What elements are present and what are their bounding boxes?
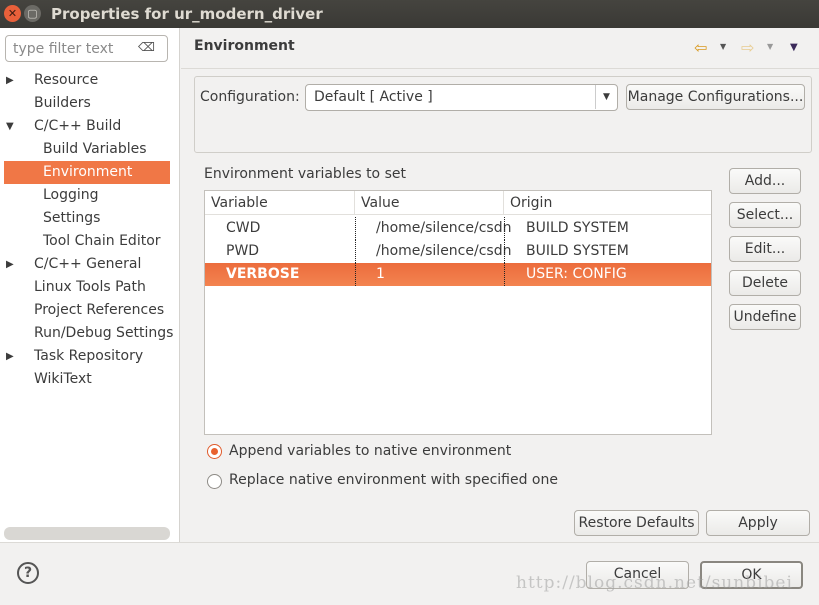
collapsed-arrow-icon[interactable]: ▶ [6,345,14,368]
column-separator [355,263,356,286]
divider [181,68,819,69]
sidebar-item[interactable]: Tool Chain Editor [0,230,180,253]
column-header-value[interactable]: Value [355,191,504,215]
column-separator [355,240,356,263]
collapsed-arrow-icon[interactable]: ▶ [6,253,14,276]
sidebar-item[interactable]: Builders [0,92,180,115]
sidebar-item[interactable]: ▼ C/C++ Build [0,115,180,138]
sidebar-item-label: Logging [43,187,99,203]
cell-origin: USER: CONFIG [526,266,627,282]
sidebar-item-label: C/C++ Build [34,118,122,134]
sidebar-item[interactable]: Project References [0,299,180,322]
collapsed-arrow-icon[interactable]: ▶ [6,69,14,92]
cell-value: 1 [376,266,385,282]
sidebar-item[interactable]: Settings [0,207,180,230]
sidebar-item-label: Task Repository [34,348,144,364]
append-radio[interactable] [207,444,222,459]
column-separator [504,263,505,286]
sidebar-scrollbar[interactable] [4,527,170,540]
window-title: Properties for ur_modern_driver [51,5,323,23]
title-bar: ✕ ▢ Properties for ur_modern_driver [0,0,819,28]
column-separator [504,240,505,263]
view-menu-icon[interactable]: ▼ [790,42,798,53]
sidebar-item-label: Settings [43,210,101,226]
sidebar-item[interactable]: Logging [0,184,180,207]
sidebar-item[interactable]: ▶ Task Repository [0,345,180,368]
back-dropdown-icon[interactable]: ▼ [720,42,726,51]
expanded-arrow-icon[interactable]: ▼ [6,115,14,138]
cell-value: /home/silence/csdn [376,220,512,236]
filter-input[interactable]: type filter text ⌫ [5,35,168,62]
watermark: http://blog.csdn.net/sunbibei [516,573,793,593]
column-header-variable[interactable]: Variable [205,191,355,215]
cell-origin: BUILD SYSTEM [526,220,629,236]
sidebar-item-label: Linux Tools Path [34,279,146,295]
cell-origin: BUILD SYSTEM [526,243,629,259]
replace-radio[interactable] [207,474,222,489]
delete-button[interactable]: Delete [729,270,801,296]
sidebar-item[interactable]: ▶ C/C++ General [0,253,180,276]
sidebar-item-label: Run/Debug Settings [34,325,174,341]
select-button[interactable]: Select... [729,202,801,228]
back-icon[interactable]: ⇦ [694,38,707,57]
clear-filter-icon[interactable]: ⌫ [138,40,155,54]
sidebar-item[interactable]: Run/Debug Settings [0,322,180,345]
sidebar-item-label: C/C++ General [34,256,142,272]
sidebar-item-label: Project References [34,302,165,318]
sidebar-item[interactable]: Linux Tools Path [0,276,180,299]
edit-button[interactable]: Edit... [729,236,801,262]
restore-defaults-button[interactable]: Restore Defaults [574,510,699,536]
divider [0,542,819,543]
close-icon[interactable]: ✕ [4,5,21,22]
page-title: Environment [194,38,295,54]
help-icon[interactable]: ? [17,562,39,584]
sidebar-item-label: Build Variables [43,141,147,157]
replace-radio-label[interactable]: Replace native environment with specifie… [229,472,558,488]
sidebar-item[interactable]: WikiText [0,368,180,391]
table-row[interactable]: CWD/home/silence/csdn BUILD SYSTEM [205,217,711,240]
column-header-origin[interactable]: Origin [504,191,711,215]
table-row[interactable]: PWD/home/silence/csdn BUILD SYSTEM [205,240,711,263]
maximize-icon[interactable]: ▢ [24,5,41,22]
forward-dropdown-icon[interactable]: ▼ [767,42,773,51]
sidebar-item-label: Builders [34,95,91,111]
cell-variable: CWD [226,220,261,236]
append-radio-label[interactable]: Append variables to native environment [229,443,511,459]
table-row[interactable]: VERBOSE 1 USER: CONFIG [205,263,711,286]
filter-placeholder: type filter text [13,41,114,57]
forward-icon[interactable]: ⇨ [741,38,754,57]
configuration-value: Default [ Active ] [314,89,433,105]
env-variables-label: Environment variables to set [204,166,406,182]
apply-button[interactable]: Apply [706,510,810,536]
add-button[interactable]: Add... [729,168,801,194]
chevron-down-icon: ▼ [595,85,617,109]
column-separator [355,217,356,240]
column-separator [504,217,505,240]
manage-configurations-button[interactable]: Manage Configurations... [626,84,805,110]
sidebar-item[interactable]: Build Variables [0,138,180,161]
sidebar-item[interactable]: Environment [4,161,170,184]
configuration-select[interactable]: Default [ Active ] ▼ [305,84,618,111]
sidebar-item-label: Resource [34,72,99,88]
cell-variable: VERBOSE [226,266,300,282]
sidebar-item[interactable]: ▶ Resource [0,69,180,92]
sidebar-item-label: Environment [43,164,133,180]
configuration-label: Configuration: [200,89,300,105]
undefine-button[interactable]: Undefine [729,304,801,330]
sidebar-item-label: Tool Chain Editor [43,233,161,249]
env-variables-table: Variable Value Origin CWD/home/silence/c… [204,190,712,435]
cell-value: /home/silence/csdn [376,243,512,259]
cell-variable: PWD [226,243,260,259]
sidebar-item-label: WikiText [34,371,92,387]
